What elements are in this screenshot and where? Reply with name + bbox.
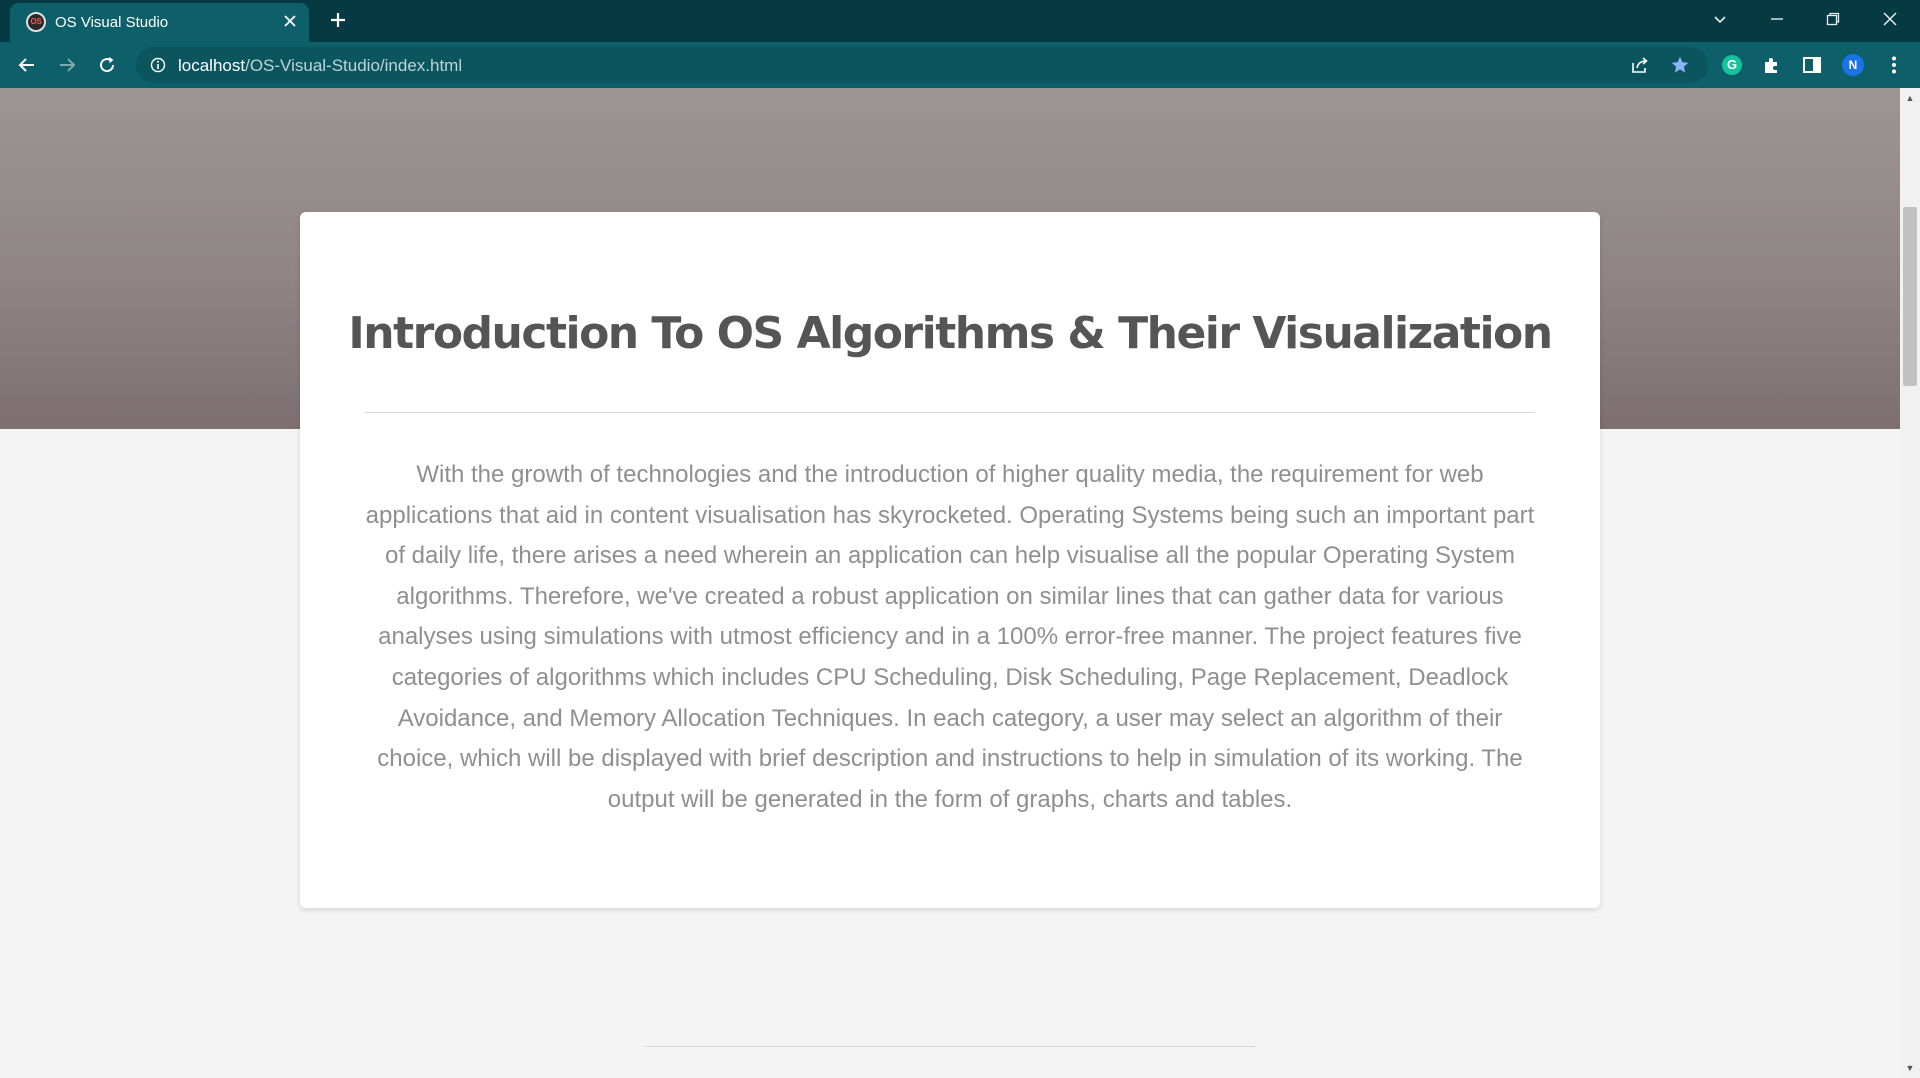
grammarly-icon[interactable]: G — [1720, 53, 1744, 77]
intro-paragraph: With the growth of technologies and the … — [365, 461, 1535, 813]
site-favicon: OS — [26, 12, 46, 32]
intro-card: Introduction To OS Algorithms & Their Vi… — [300, 212, 1600, 908]
url-host: localhost — [178, 56, 246, 75]
tab-close-icon[interactable] — [280, 12, 300, 32]
star-icon[interactable] — [1670, 55, 1690, 75]
puzzle-icon[interactable] — [1760, 53, 1784, 77]
kebab-menu-icon[interactable] — [1882, 53, 1906, 77]
scroll-thumb[interactable] — [1903, 207, 1917, 386]
profile-avatar[interactable]: N — [1841, 53, 1865, 77]
tab-active[interactable]: OS OS Visual Studio — [10, 3, 309, 42]
info-icon[interactable] — [150, 57, 166, 73]
restore-icon[interactable] — [1805, 0, 1861, 38]
arrow-left-icon[interactable] — [12, 50, 42, 80]
avatar-initial: N — [1842, 54, 1864, 76]
scroll-up-arrow-icon[interactable]: ▲ — [1900, 88, 1920, 108]
address-bar[interactable]: localhost/OS-Visual-Studio/index.html — [136, 47, 1708, 83]
tab-strip: OS OS Visual Studio — [0, 0, 1920, 42]
url-path: /OS-Visual-Studio/index.html — [245, 56, 463, 75]
reload-icon[interactable] — [92, 50, 122, 80]
chevron-down-icon[interactable] — [1692, 0, 1748, 38]
tab-title: OS Visual Studio — [55, 14, 169, 31]
divider — [365, 412, 1535, 413]
browser-toolbar: localhost/OS-Visual-Studio/index.html G … — [0, 42, 1920, 88]
minimize-icon[interactable] — [1749, 0, 1805, 38]
page-title: Introduction To OS Algorithms & Their Vi… — [348, 308, 1553, 359]
section-divider — [645, 1046, 1255, 1047]
share-icon[interactable] — [1630, 55, 1650, 75]
close-icon[interactable] — [1862, 0, 1918, 38]
new-tab-button[interactable] — [324, 6, 352, 34]
grammarly-badge: G — [1722, 55, 1742, 75]
page-scrollbar[interactable]: ▲ ▼ — [1900, 88, 1920, 1078]
page-viewport: Introduction To OS Algorithms & Their Vi… — [0, 88, 1900, 1078]
scroll-down-arrow-icon[interactable]: ▼ — [1900, 1058, 1920, 1078]
url-text[interactable]: localhost/OS-Visual-Studio/index.html — [178, 56, 462, 76]
side-panel-icon[interactable] — [1800, 53, 1824, 77]
arrow-right-icon[interactable] — [52, 50, 82, 80]
